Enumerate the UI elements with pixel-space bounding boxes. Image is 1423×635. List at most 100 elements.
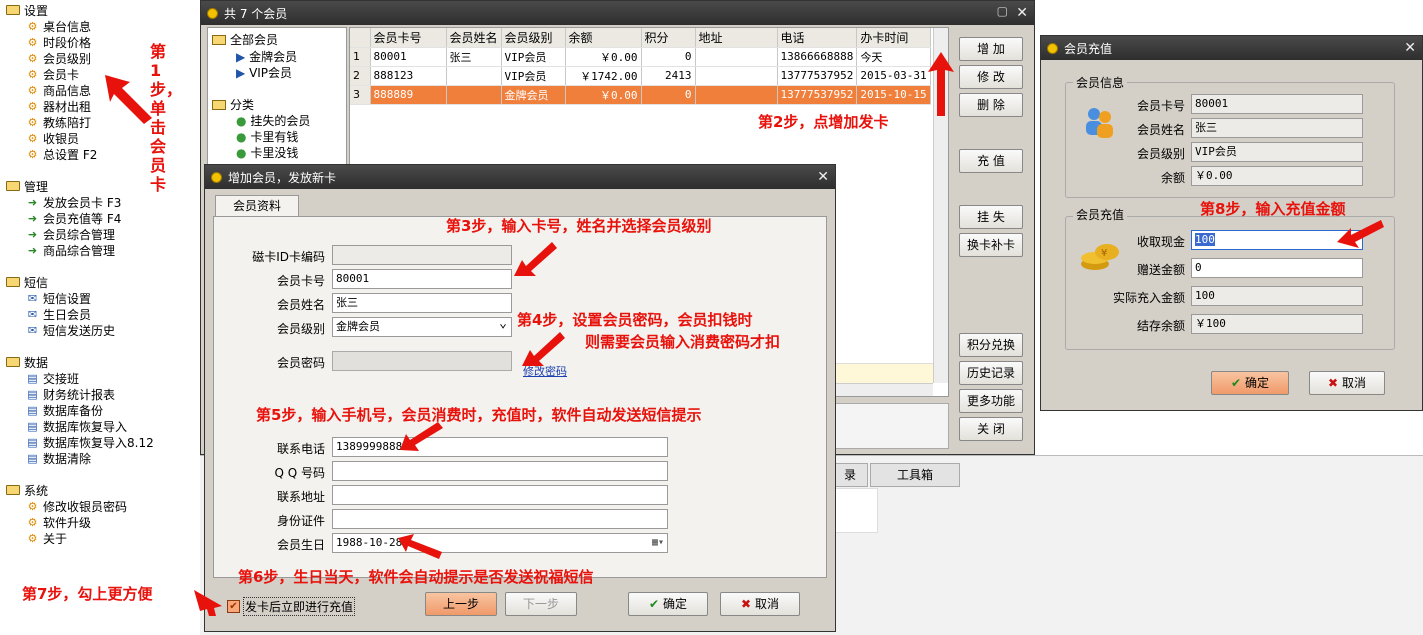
- birthday-value: 1988-10-28: [336, 536, 403, 549]
- column-header[interactable]: 办卡时间: [856, 28, 931, 48]
- column-header[interactable]: 积分: [641, 28, 696, 48]
- table-row[interactable]: 1 80001 张三 VIP会员 ￥0.00 0 13866668888 今天: [350, 47, 931, 67]
- member-action-button[interactable]: 换卡补卡: [959, 233, 1023, 257]
- folder-icon: [6, 485, 20, 495]
- filter-no-money[interactable]: ● 卡里没钱: [236, 144, 298, 161]
- field-label: 会员密码: [276, 356, 325, 370]
- recharge-field-input[interactable]: 0: [1191, 258, 1363, 278]
- filter-level-vip[interactable]: ▶ VIP会员: [236, 64, 292, 81]
- prev-step-button[interactable]: 上一步: [425, 592, 497, 616]
- idcard-field[interactable]: [332, 509, 668, 529]
- tree-item[interactable]: ▤ 数据库恢复导入8.12: [26, 434, 153, 450]
- tree-group[interactable]: 短信: [6, 274, 48, 290]
- tree-item[interactable]: ✉ 短信设置: [26, 290, 91, 306]
- red-arrow-icon: [105, 75, 152, 124]
- qq-field[interactable]: [332, 461, 668, 481]
- tree-item[interactable]: ➜ 发放会员卡 F3: [26, 194, 121, 210]
- tree-item[interactable]: ⚙ 软件升级: [26, 514, 91, 530]
- filter-has-money[interactable]: ● 卡里有钱: [236, 128, 298, 145]
- recharge-cancel-button[interactable]: ✖ 取消: [1309, 371, 1385, 395]
- add-cancel-button[interactable]: ✖ 取消: [720, 592, 800, 616]
- password-field[interactable]: [332, 351, 512, 371]
- column-header[interactable]: 地址: [695, 28, 778, 48]
- close-icon[interactable]: ✕: [1404, 40, 1416, 56]
- tree-item-label: 收银员: [43, 131, 80, 146]
- birthday-field[interactable]: 1988-10-28 ▦▾: [332, 533, 668, 553]
- next-step-button[interactable]: 下一步: [505, 592, 577, 616]
- tree-item[interactable]: ⚙ 总设置 F2: [26, 146, 98, 162]
- tree-item[interactable]: ➜ 商品综合管理: [26, 242, 115, 258]
- tree-item[interactable]: ⚙ 教练陪打: [26, 114, 91, 130]
- maximize-icon[interactable]: ▢: [997, 4, 1008, 18]
- table-row[interactable]: 2 888123 VIP会员 ￥1742.00 2413 13777537952 2015-…: [350, 66, 931, 86]
- addr-field[interactable]: [332, 485, 668, 505]
- phone-field[interactable]: 13899998888: [332, 437, 668, 457]
- tree-item-icon: ▤: [27, 419, 38, 433]
- chevron-down-icon[interactable]: ⌄: [499, 315, 507, 333]
- member-action-button[interactable]: 更多功能: [959, 389, 1023, 413]
- annotation-step3: 第3步，输入卡号，姓名并选择会员级别: [446, 217, 712, 235]
- calendar-icon[interactable]: ▦▾: [652, 534, 664, 552]
- column-header[interactable]: 会员姓名: [446, 28, 502, 48]
- member-action-button[interactable]: 历史记录: [959, 361, 1023, 385]
- filter-all[interactable]: 全部会员: [212, 31, 278, 48]
- tree-item-icon: ✉: [27, 307, 38, 321]
- member-action-button[interactable]: 关 闭: [959, 417, 1023, 441]
- tree-item[interactable]: ⚙ 会员卡: [26, 66, 79, 82]
- tree-group[interactable]: 管理: [6, 178, 48, 194]
- recharge-ok-button[interactable]: ✔ 确定: [1211, 371, 1289, 395]
- tree-item[interactable]: ⚙ 关于: [26, 530, 67, 546]
- tab-toolbox[interactable]: 工具箱: [870, 463, 960, 487]
- tree-item[interactable]: ⚙ 时段价格: [26, 34, 91, 50]
- tree-item[interactable]: ▤ 数据库恢复导入: [26, 418, 127, 434]
- grid-fragment: [832, 488, 878, 533]
- tree-group[interactable]: 数据: [6, 354, 48, 370]
- column-header[interactable]: 余额: [565, 28, 642, 48]
- close-icon[interactable]: ✕: [1016, 5, 1028, 21]
- tree-group[interactable]: 系统: [6, 482, 48, 498]
- column-header[interactable]: 电话: [777, 28, 858, 48]
- table-row[interactable]: 3 888889 金牌会员 ￥0.00 0 13777537952 2015-10-15: [350, 85, 931, 105]
- close-icon[interactable]: ✕: [817, 169, 829, 185]
- tree-group-label: 管理: [24, 179, 49, 194]
- cross-icon: ✖: [1328, 376, 1339, 390]
- member-action-button[interactable]: 增 加: [959, 37, 1023, 61]
- recharge-after-issue-checkbox[interactable]: ✔ 发卡后立即进行充值: [227, 597, 356, 616]
- tree-item[interactable]: ⚙ 会员级别: [26, 50, 91, 66]
- tree-item[interactable]: ▤ 数据库备份: [26, 402, 103, 418]
- name-field[interactable]: 张三: [332, 293, 512, 313]
- tree-item[interactable]: ⚙ 器材出租: [26, 98, 91, 114]
- tree-item[interactable]: ✉ 短信发送历史: [26, 322, 115, 338]
- tree-item[interactable]: ⚙ 收银员: [26, 130, 79, 146]
- tree-item[interactable]: ➜ 会员综合管理: [26, 226, 115, 242]
- tree-item[interactable]: ➜ 会员充值等 F4: [26, 210, 121, 226]
- member-action-button[interactable]: 充 值: [959, 149, 1023, 173]
- tree-group[interactable]: 设置: [6, 2, 48, 18]
- tree-item[interactable]: ▤ 数据清除: [26, 450, 91, 466]
- tree-item[interactable]: ⚙ 修改收银员密码: [26, 498, 127, 514]
- tree-item[interactable]: ⚙ 商品信息: [26, 82, 91, 98]
- level-field[interactable]: 金牌会员 ⌄: [332, 315, 512, 337]
- filter-lost[interactable]: ● 挂失的会员: [236, 112, 310, 129]
- member-action-button[interactable]: 修 改: [959, 65, 1023, 89]
- cell-addr: [695, 47, 778, 67]
- member-action-button[interactable]: 积分兑换: [959, 333, 1023, 357]
- tab-member-info[interactable]: 会员资料: [215, 195, 299, 217]
- tab-record[interactable]: 录: [832, 463, 868, 487]
- member-action-button[interactable]: 挂 失: [959, 205, 1023, 229]
- tree-item[interactable]: ▤ 财务统计报表: [26, 386, 115, 402]
- filter-category[interactable]: 分类: [212, 96, 254, 113]
- recharge-field-label: 赠送金额: [1136, 263, 1185, 277]
- tree-item[interactable]: ▤ 交接班: [26, 370, 79, 386]
- tree-item[interactable]: ⚙ 桌台信息: [26, 18, 91, 34]
- column-header[interactable]: 会员级别: [501, 28, 566, 48]
- recharge-window-titlebar: 会员充值 ✕: [1041, 36, 1422, 60]
- card-field[interactable]: 80001: [332, 269, 512, 289]
- column-header[interactable]: 会员卡号: [370, 28, 447, 48]
- cell-addr: [695, 66, 778, 86]
- tree-item[interactable]: ✉ 生日会员: [26, 306, 91, 322]
- magid-field[interactable]: [332, 245, 512, 265]
- filter-level-gold[interactable]: ▶ 金牌会员: [236, 48, 297, 65]
- member-action-button[interactable]: 删 除: [959, 93, 1023, 117]
- add-ok-button[interactable]: ✔ 确定: [628, 592, 708, 616]
